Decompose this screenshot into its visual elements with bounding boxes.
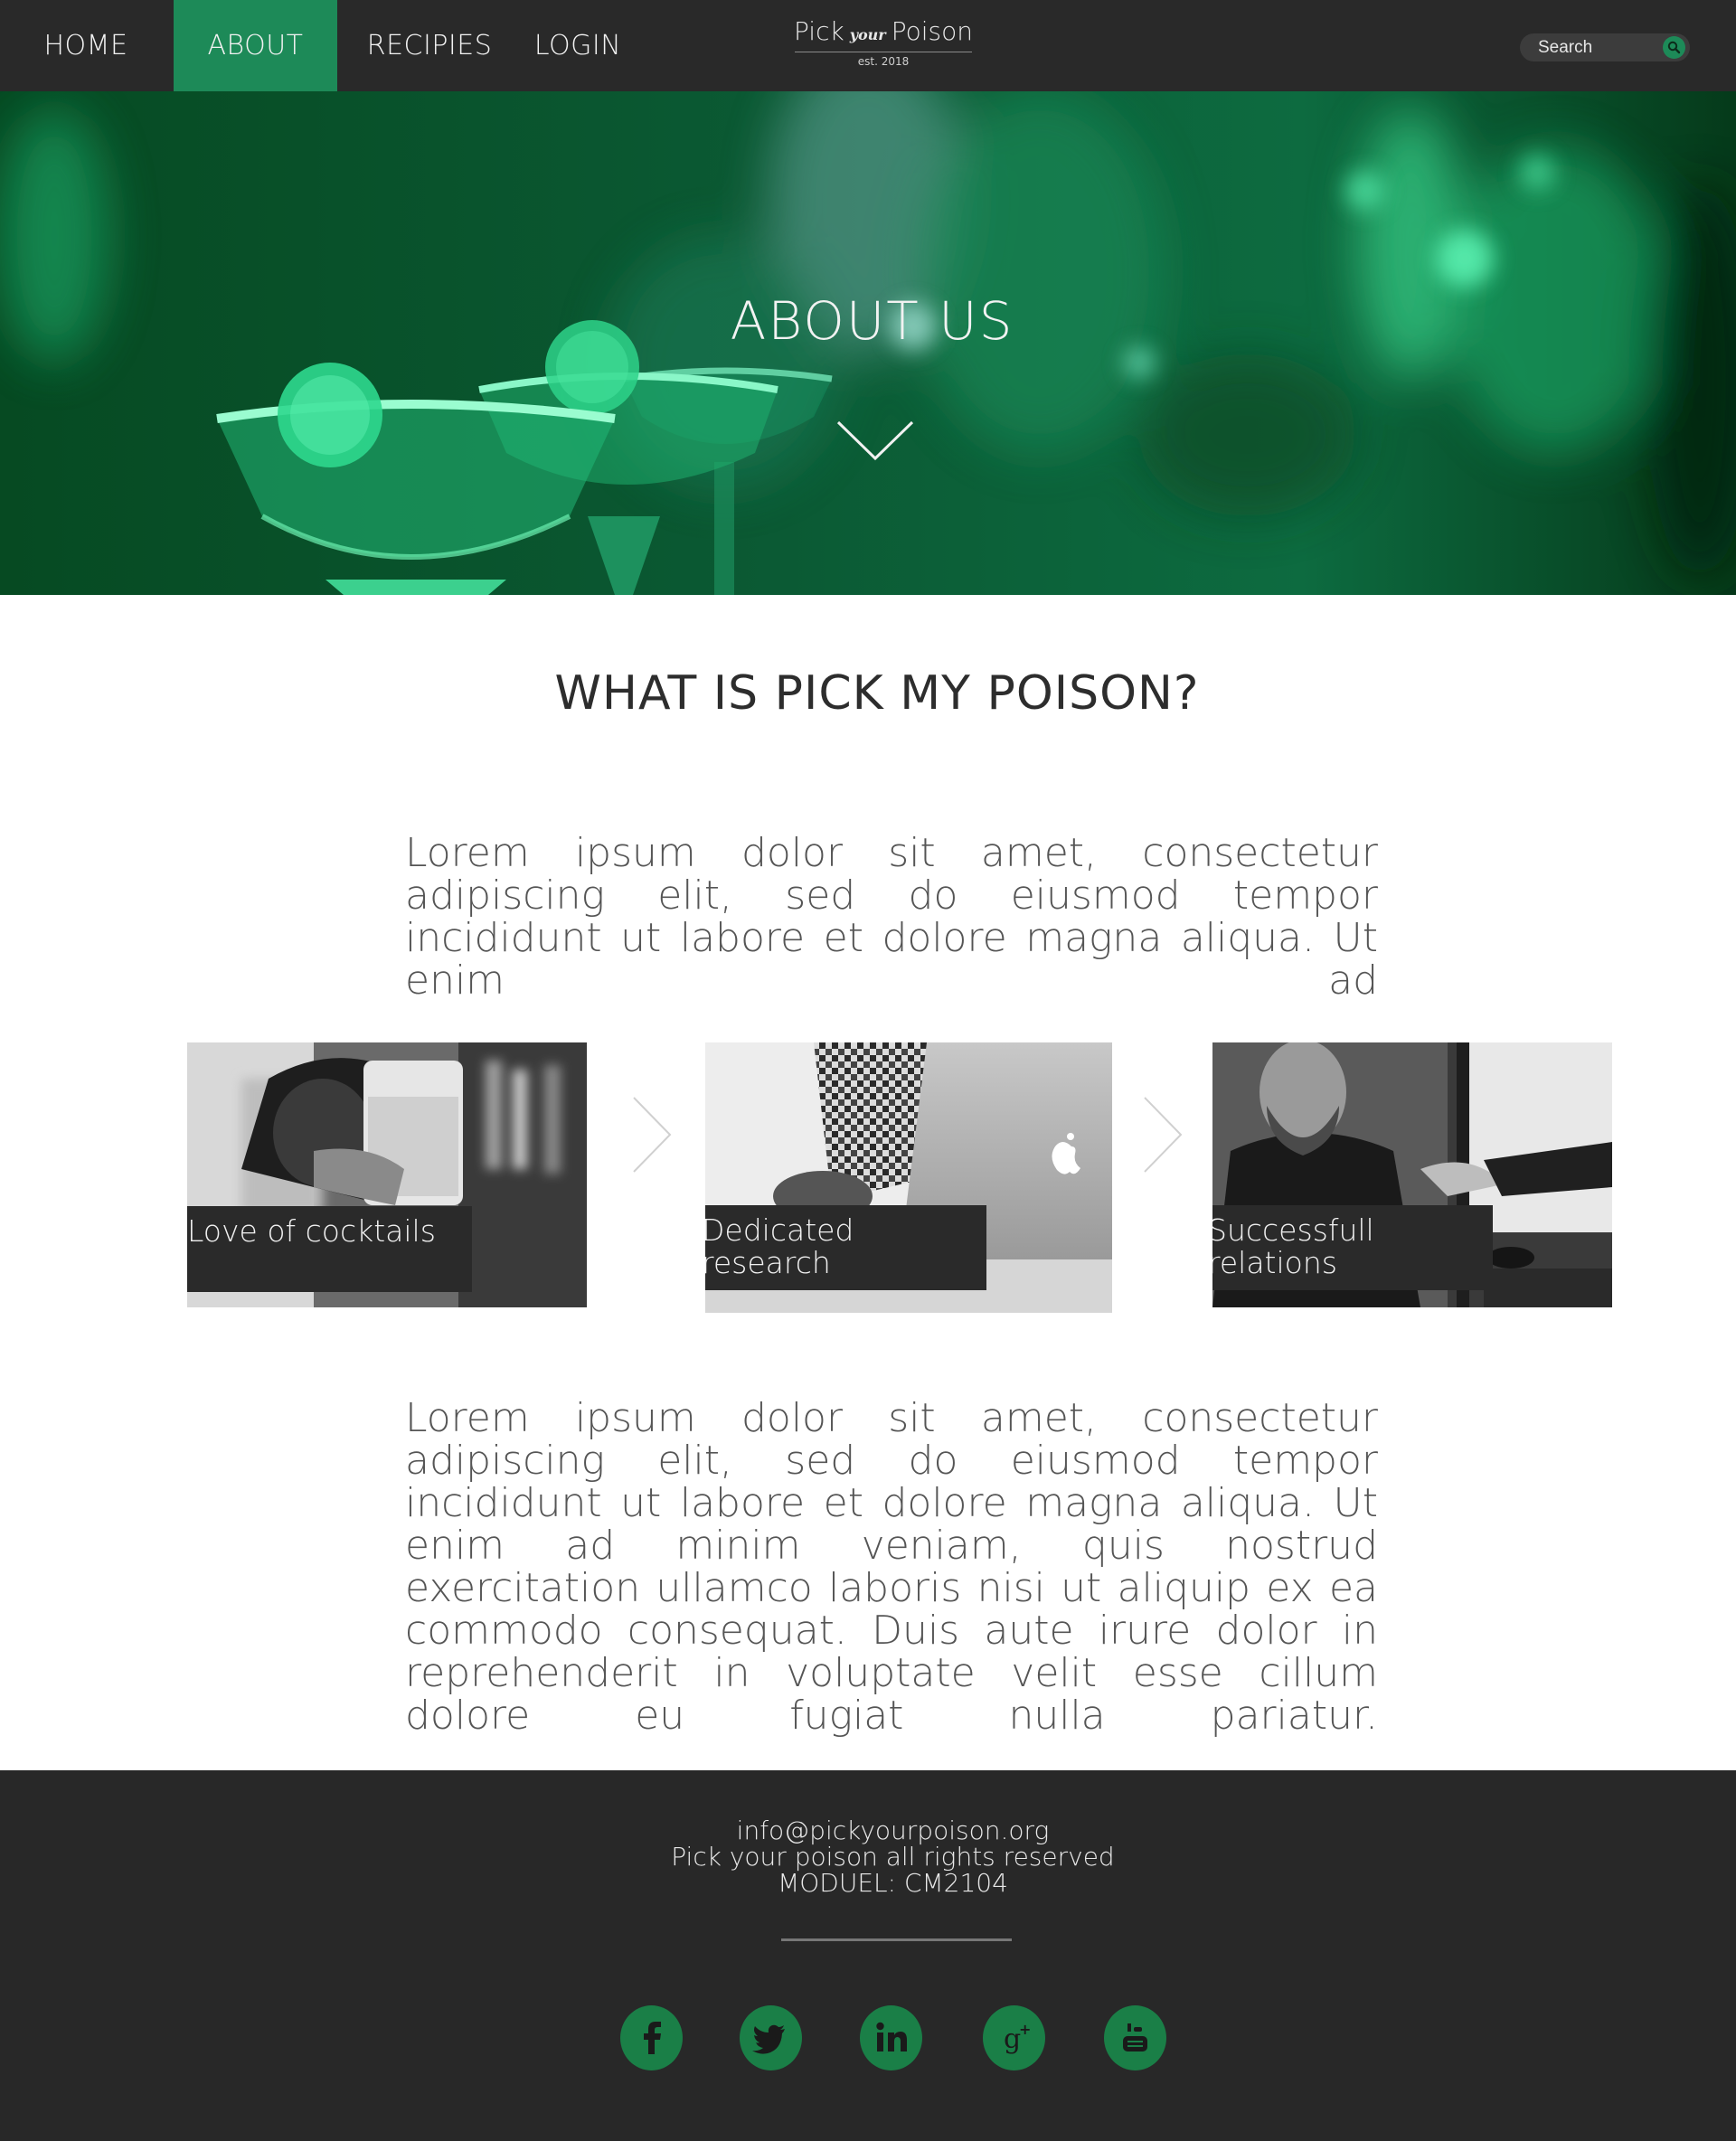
nav-login[interactable]: LOGIN — [514, 0, 642, 91]
nav-about[interactable]: ABOUT — [174, 0, 337, 91]
logo-word-pick: Pick — [794, 16, 844, 46]
site-logo[interactable]: Pick your Poison est. 2018 — [788, 16, 978, 78]
logo-word-poison: Poison — [891, 16, 973, 46]
search-box — [1520, 33, 1690, 61]
logo-word-your: your — [849, 26, 886, 43]
intro-paragraph: Lorem ipsum dolor sit amet, consectetur … — [405, 830, 1378, 1004]
google-plus-icon: g + — [1004, 2021, 1031, 2055]
chevron-right-icon — [1144, 1097, 1183, 1173]
feature-card-research[interactable]: Dedicated research — [705, 1042, 1112, 1313]
card-label: Love of cocktails — [187, 1206, 472, 1292]
youtube-button[interactable] — [1104, 2005, 1166, 2070]
twitter-icon — [752, 2024, 785, 2054]
google-plus-button[interactable]: g + — [983, 2005, 1045, 2070]
logo-tagline: est. 2018 — [857, 55, 910, 68]
hero-title: ABOUT US — [730, 290, 1014, 352]
linkedin-icon — [876, 2022, 907, 2051]
card-label: Successfull relations — [1212, 1205, 1493, 1290]
footer-rights: Pick your poison all rights reserved — [671, 1842, 1115, 1872]
facebook-icon — [644, 2022, 661, 2054]
footer-email[interactable]: info@pickyourpoison.org — [0, 1817, 1736, 1844]
feature-card-cocktails[interactable]: Love of cocktails — [187, 1042, 587, 1307]
footer-module: MODUEL: CM2104 — [778, 1868, 1008, 1898]
facebook-button[interactable] — [620, 2005, 683, 2070]
hero-banner: ABOUT US — [0, 91, 1736, 595]
search-icon — [1667, 41, 1681, 54]
nav-home[interactable]: HOME — [0, 0, 172, 91]
svg-text:+: + — [1019, 2021, 1031, 2038]
search-button[interactable] — [1663, 36, 1685, 59]
body-paragraph: Lorem ipsum dolor sit amet, consectetur … — [405, 1395, 1378, 1739]
card-label: Dedicated research — [705, 1205, 986, 1290]
chevron-down-icon[interactable] — [835, 419, 915, 462]
footer: info@pickyourpoison.org Pick your poison… — [0, 1770, 1736, 2141]
section-title: WHAT IS PICK MY POISON? — [554, 666, 1200, 721]
nav-recipies[interactable]: RECIPIES — [348, 0, 511, 91]
twitter-button[interactable] — [740, 2005, 802, 2070]
chevron-right-icon — [633, 1097, 672, 1173]
top-navigation: HOME ABOUT RECIPIES LOGIN Pick your Pois… — [0, 0, 1736, 91]
search-input[interactable] — [1538, 33, 1656, 61]
feature-card-relations[interactable]: Successfull relations — [1212, 1042, 1612, 1307]
linkedin-button[interactable] — [860, 2005, 922, 2070]
youtube-icon — [1123, 2023, 1147, 2051]
footer-divider — [781, 1938, 1012, 1941]
